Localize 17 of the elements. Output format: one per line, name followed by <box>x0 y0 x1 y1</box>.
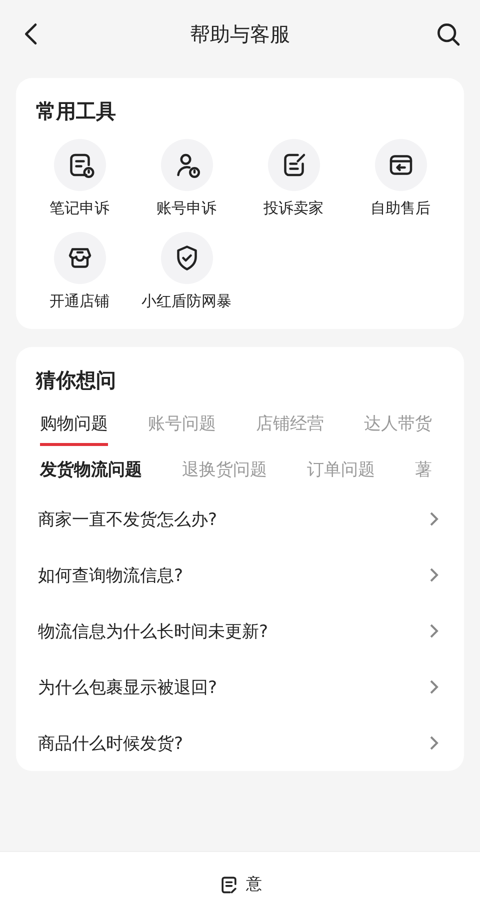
section-title: 猜你想问 <box>34 367 117 394</box>
question-item[interactable]: 物流信息为什么长时间未更新? <box>16 603 464 659</box>
tool-item[interactable]: 自助售后 <box>347 139 454 218</box>
question-item[interactable]: 为什么包裹显示被退回? <box>16 659 464 715</box>
question-item[interactable]: 如何查询物流信息? <box>16 547 464 603</box>
tool-item[interactable]: 账号申诉 <box>133 139 240 218</box>
tool-item[interactable]: 笔记申诉 <box>26 139 133 218</box>
tool-item[interactable]: 小红盾防网暴 <box>133 232 240 311</box>
page-title: 帮助与客服 <box>190 20 290 48</box>
subcategory-tab[interactable]: 发货物流问题 <box>40 458 142 481</box>
tool-item[interactable]: 投诉卖家 <box>240 139 347 218</box>
feedback-button[interactable]: 意 <box>212 872 268 896</box>
tool-item[interactable]: 开通店铺 <box>26 232 133 311</box>
category-tab[interactable]: 购物问题 <box>40 412 108 446</box>
question-item[interactable]: 商品什么时候发货? <box>16 715 464 771</box>
question-item[interactable]: 商家一直不发货怎么办? <box>16 491 464 547</box>
section-title: 常用工具 <box>35 98 117 125</box>
